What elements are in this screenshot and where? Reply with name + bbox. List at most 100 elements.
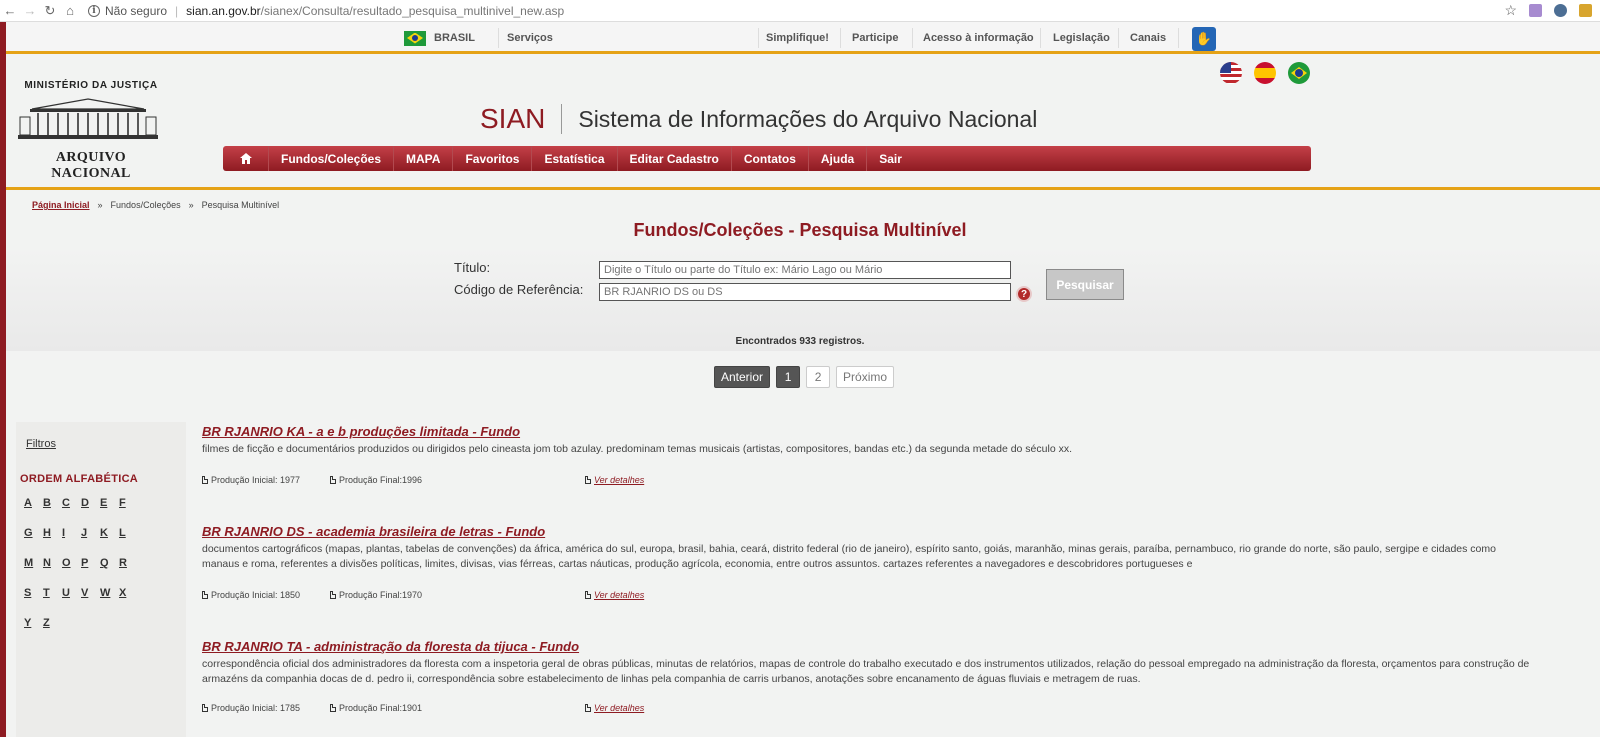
org-logo[interactable]: MINISTÉRIO DA JUSTIÇA ARQUIVO NACIONAL (16, 80, 166, 182)
letter-e[interactable]: E (100, 497, 119, 509)
browser-toolbar: ← → ↻ ⌂ i Não seguro | sian.an.gov.br/si… (0, 0, 1600, 22)
url-host: sian.an.gov.br (186, 3, 261, 18)
next-page-button[interactable]: Próximo (836, 366, 895, 388)
gov-link-canais[interactable]: Canais (1130, 22, 1166, 54)
ministry-label: MINISTÉRIO DA JUSTIÇA (24, 80, 158, 91)
nav-estatistica[interactable]: Estatística (532, 146, 618, 171)
result-meta: Produção Inicial: 1977 (202, 475, 300, 485)
nav-editar-cadastro[interactable]: Editar Cadastro (618, 146, 732, 171)
star-icon[interactable]: ☆ (1504, 2, 1517, 19)
nav-fundos[interactable]: Fundos/Coleções (269, 146, 395, 171)
gov-brasil-link[interactable]: BRASIL (404, 22, 475, 54)
accessibility-icon[interactable]: ✋ (1192, 27, 1216, 51)
letter-j[interactable]: J (81, 527, 100, 539)
nav-mapa[interactable]: MAPA (394, 146, 454, 171)
view-details-link[interactable]: Ver detalhes (594, 590, 644, 600)
letter-n[interactable]: N (43, 557, 62, 569)
title-input[interactable] (599, 261, 1011, 279)
production-end: Produção Final:1970 (339, 590, 423, 600)
gov-link-participe[interactable]: Participe (852, 22, 898, 54)
breadcrumb-home-link[interactable]: Página Inicial (32, 200, 90, 210)
nav-sair[interactable]: Sair (867, 146, 914, 171)
letter-u[interactable]: U (62, 587, 81, 599)
letter-v[interactable]: V (81, 587, 100, 599)
letter-x[interactable]: X (119, 587, 138, 599)
letter-b[interactable]: B (43, 497, 62, 509)
nav-home-button[interactable] (223, 146, 269, 171)
letter-f[interactable]: F (119, 497, 138, 509)
reload-icon[interactable]: ↻ (40, 0, 60, 22)
url-path: /sianex/Consulta/resultado_pesquisa_mult… (260, 3, 565, 18)
letter-o[interactable]: O (62, 557, 81, 569)
org-name: ARQUIVO NACIONAL (51, 150, 131, 181)
letter-l[interactable]: L (119, 527, 138, 539)
filters-link[interactable]: Filtros (26, 438, 56, 450)
result-meta: Produção Inicial: 1785 (202, 703, 300, 713)
document-icon (585, 704, 591, 712)
title-label: Título: (454, 260, 491, 275)
letter-d[interactable]: D (81, 497, 100, 509)
help-icon[interactable]: ? (1016, 286, 1032, 302)
result-description: filmes de ficção e documentários produzi… (202, 443, 1072, 455)
result-title-link[interactable]: BR RJANRIO KA - a e b produções limitada… (202, 424, 1600, 439)
letter-g[interactable]: G (24, 527, 43, 539)
letter-y[interactable]: Y (24, 617, 43, 629)
breadcrumb-separator: » (97, 200, 103, 210)
letter-q[interactable]: Q (100, 557, 119, 569)
letter-k[interactable]: K (100, 527, 119, 539)
view-details-link[interactable]: Ver detalhes (594, 703, 644, 713)
gov-services-link[interactable]: Serviços (507, 22, 553, 54)
address-bar[interactable]: i Não seguro | sian.an.gov.br/sianex/Con… (88, 0, 1504, 22)
letter-p[interactable]: P (81, 557, 100, 569)
browser-actions: ☆ (1504, 2, 1600, 19)
view-details-link[interactable]: Ver detalhes (594, 475, 644, 485)
extension-icon[interactable] (1579, 4, 1592, 17)
search-button[interactable]: Pesquisar (1046, 269, 1124, 300)
portuguese-flag-icon[interactable] (1288, 62, 1310, 84)
production-start: Produção Inicial: 1850 (211, 590, 301, 600)
site-title: SIAN Sistema de Informações do Arquivo N… (480, 101, 1037, 137)
description-line: manaus e roma, referentes a divisões pol… (202, 558, 1193, 570)
main-nav: Fundos/Coleções MAPA Favoritos Estatísti… (223, 146, 1311, 171)
nav-contatos[interactable]: Contatos (732, 146, 809, 171)
nav-favoritos[interactable]: Favoritos (453, 146, 533, 171)
extension-icon[interactable] (1554, 4, 1567, 17)
reference-code-input[interactable] (599, 283, 1011, 301)
previous-page-button[interactable]: Anterior (714, 366, 771, 388)
home-icon[interactable]: ⌂ (60, 0, 80, 22)
letter-i[interactable]: I (62, 527, 81, 539)
letter-a[interactable]: A (24, 497, 43, 509)
letter-w[interactable]: W (100, 587, 119, 599)
letter-h[interactable]: H (43, 527, 62, 539)
letter-z[interactable]: Z (43, 617, 62, 629)
result-title-link[interactable]: BR RJANRIO TA - administração da florest… (202, 639, 1600, 654)
page-1-button[interactable]: 1 (776, 366, 801, 388)
breadcrumb-separator: » (188, 200, 194, 210)
divider (758, 28, 759, 48)
description-line: correspondência oficial dos administrado… (202, 658, 1530, 670)
gov-link-legislacao[interactable]: Legislação (1053, 22, 1110, 54)
result-title-link[interactable]: BR RJANRIO DS - academia brasileira de l… (202, 524, 1600, 539)
document-icon (202, 476, 208, 484)
home-icon (239, 153, 252, 164)
letter-r[interactable]: R (119, 557, 138, 569)
alphabetical-title: ORDEM ALFABÉTICA (20, 473, 139, 485)
letter-c[interactable]: C (62, 497, 81, 509)
page-2-button[interactable]: 2 (806, 366, 831, 388)
gov-link-acesso[interactable]: Acesso à informação (923, 22, 1034, 54)
english-flag-icon[interactable] (1220, 62, 1242, 84)
info-icon[interactable]: i (88, 4, 100, 17)
result-description: correspondência oficial dos administrado… (202, 657, 1600, 687)
spanish-flag-icon[interactable] (1254, 62, 1276, 84)
divider (1040, 28, 1041, 48)
nav-ajuda[interactable]: Ajuda (809, 146, 868, 171)
letter-s[interactable]: S (24, 587, 43, 599)
letter-m[interactable]: M (24, 557, 43, 569)
letter-t[interactable]: T (43, 587, 62, 599)
gov-link-simplifique[interactable]: Simplifique! (766, 22, 829, 54)
back-icon[interactable]: ← (0, 0, 20, 22)
document-icon (330, 704, 336, 712)
extension-icon[interactable] (1529, 4, 1542, 17)
forward-icon[interactable]: → (20, 0, 40, 22)
building-icon (18, 98, 158, 139)
